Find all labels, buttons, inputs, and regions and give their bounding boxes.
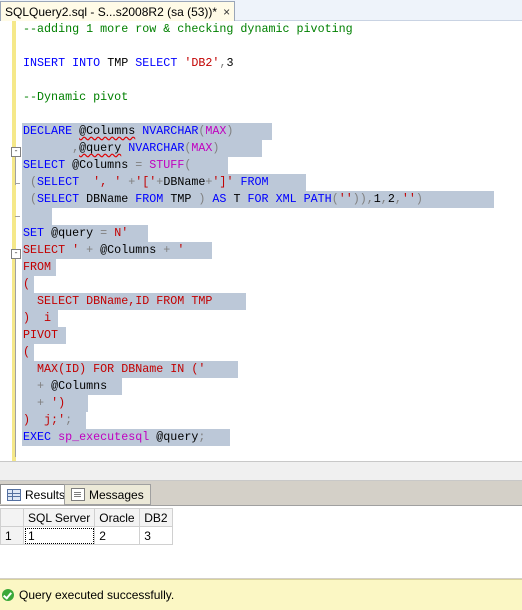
editor-gutter [0, 21, 12, 461]
code-line-23: + ') [37, 396, 66, 410]
grid-corner[interactable] [0, 508, 24, 527]
status-bar: Query executed successfully. [0, 579, 522, 610]
code-line-18: ) i [23, 311, 52, 325]
outline-line [15, 259, 16, 457]
results-tab-strip: Results Messages [0, 481, 522, 505]
document-tab-title: SQLQuery2.sql - S...s2008R2 (sa (53))* [5, 4, 218, 19]
query-editor[interactable]: - - --adding 1 more row & checking dynam… [0, 21, 522, 461]
outline-line [15, 157, 16, 185]
collapse-icon[interactable]: - [11, 249, 21, 259]
outline-end [15, 216, 20, 217]
code-line-1: --adding 1 more row & checking dynamic p… [23, 22, 353, 36]
code-line-16: ( [23, 277, 31, 291]
tab-results[interactable]: Results [0, 484, 73, 504]
row-number[interactable]: 1 [0, 526, 24, 545]
code-line-15: FROM [23, 260, 52, 274]
success-check-icon [2, 589, 14, 601]
column-header[interactable]: SQL Server [22, 508, 96, 527]
grid-cell[interactable]: 3 [139, 526, 174, 545]
code-line-8: ,@query NVARCHAR(MAX) [72, 141, 220, 155]
code-line-19: PIVOT [23, 328, 59, 342]
grid-cell[interactable]: 1 [22, 526, 96, 545]
status-message: Query executed successfully. [19, 588, 175, 602]
code-line-5: --Dynamic pivot [23, 90, 129, 104]
column-header[interactable]: DB2 [139, 508, 174, 527]
close-icon[interactable]: × [223, 6, 230, 18]
code-line-11: (SELECT DBName FROM TMP ) AS T FOR XML P… [30, 192, 423, 206]
code-line-22: + @Columns [37, 379, 108, 393]
tab-results-label: Results [25, 487, 66, 502]
grid-cell[interactable]: 2 [94, 526, 141, 545]
code-line-20: ( [23, 345, 31, 359]
code-line-13: SET @query = N' [23, 226, 129, 240]
code-line-24: ) j;'; [23, 413, 73, 427]
tab-messages-label: Messages [89, 487, 144, 502]
code-line-17: SELECT DBName,ID FROM TMP [23, 294, 213, 308]
tab-messages[interactable]: Messages [64, 484, 151, 505]
collapse-icon[interactable]: - [11, 147, 21, 157]
code-line-10: (SELECT ', ' +'['+DBName+']' FROM [30, 175, 269, 189]
outline-end [15, 183, 20, 184]
code-line-25: EXEC sp_executesql @query; [23, 430, 206, 444]
document-tab[interactable]: SQLQuery2.sql - S...s2008R2 (sa (53))* × [0, 1, 236, 21]
code-line-3: INSERT INTO TMP SELECT 'DB2',3 [23, 56, 234, 70]
document-tab-strip: SQLQuery2.sql - S...s2008R2 (sa (53))* × [0, 0, 522, 21]
code-line-7: DECLARE @Columns NVARCHAR(MAX) [23, 124, 234, 138]
grid-header-row: SQL Server Oracle DB2 [0, 508, 174, 527]
code-line-14: SELECT ' + @Columns + ' [23, 243, 185, 257]
table-row: 1 1 2 3 [0, 526, 174, 545]
results-grid[interactable]: SQL Server Oracle DB2 1 1 2 3 [0, 505, 522, 578]
editor-horizontal-scrollbar[interactable] [0, 461, 522, 481]
grid-icon [7, 488, 21, 501]
code-line-9: SELECT @Columns = STUFF( [23, 158, 192, 172]
column-header[interactable]: Oracle [94, 508, 141, 527]
message-icon [71, 488, 85, 501]
code-line-21: MAX(ID) FOR DBName IN (' [23, 362, 206, 376]
